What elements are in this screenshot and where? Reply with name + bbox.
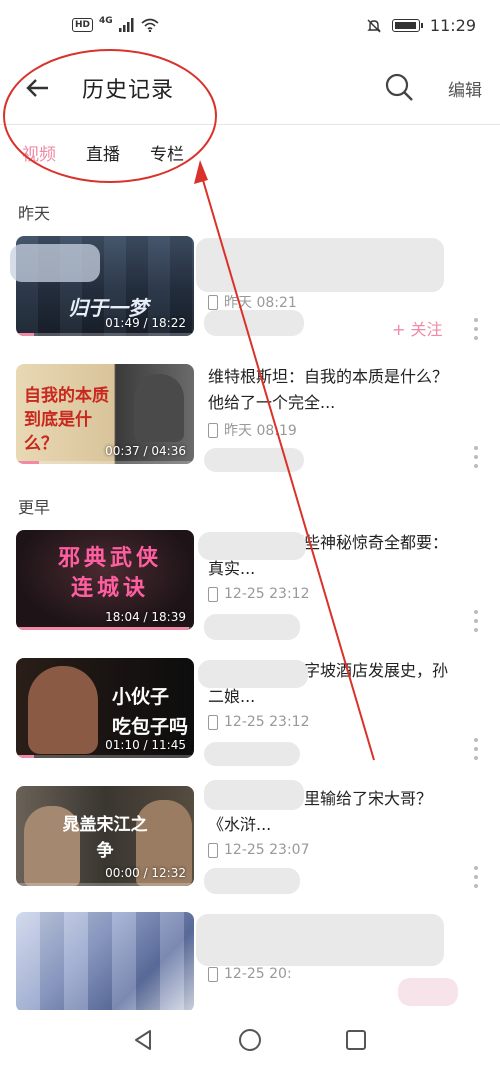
phone-icon bbox=[208, 422, 218, 438]
phone-icon bbox=[208, 842, 218, 858]
video-meta: 昨天 08:21 bbox=[208, 292, 448, 312]
tab-column[interactable]: 专栏 bbox=[150, 140, 184, 165]
list-item[interactable]: 邪典武侠 连城诀 18:04 / 18:39 《连城诀》那些神秘惊奇全都要：真实… bbox=[0, 530, 500, 648]
video-info: 维特根斯坦：自我的本质是什么？他给了一个完全... 昨天 08:19 bbox=[208, 364, 448, 440]
back-arrow-icon[interactable] bbox=[22, 72, 54, 104]
video-duration: 00:37 / 04:36 bbox=[105, 444, 186, 458]
video-thumbnail[interactable]: 小伙子 吃包子吗 01:10 / 11:45 bbox=[16, 658, 194, 758]
watch-time: 12-25 20: bbox=[224, 966, 292, 982]
video-duration: 00:00 / 12:32 bbox=[105, 866, 186, 880]
section-label-yesterday: 昨天 bbox=[18, 204, 51, 223]
phone-icon bbox=[208, 586, 218, 602]
network-type: 4G bbox=[99, 16, 113, 26]
video-meta: 12-25 23:12 bbox=[208, 714, 448, 730]
watch-time: 昨天 08:21 bbox=[224, 295, 297, 311]
hd-icon: HD bbox=[72, 18, 94, 32]
video-thumbnail[interactable]: 邪典武侠 连城诀 18:04 / 18:39 bbox=[16, 530, 194, 630]
follow-button[interactable]: + 关注 bbox=[392, 316, 443, 340]
watch-time: 12-25 23:12 bbox=[224, 586, 310, 602]
header-divider bbox=[0, 124, 500, 125]
watch-progress bbox=[16, 333, 34, 336]
phone-icon bbox=[208, 714, 218, 730]
more-options-icon[interactable] bbox=[470, 318, 482, 340]
thumbnail-caption: 邪典武侠 连城诀 bbox=[57, 546, 162, 601]
more-options-icon[interactable] bbox=[470, 446, 482, 468]
tab-video[interactable]: 视频 bbox=[22, 140, 56, 165]
wifi-icon bbox=[141, 18, 159, 32]
tab-bar: 视频 直播 专栏 bbox=[0, 140, 500, 176]
status-right: 11:29 bbox=[366, 16, 476, 35]
signal-icon bbox=[118, 18, 134, 32]
list-item[interactable]: 晁盖宋江之争 00:00 / 12:32 晁天王到底哪里输给了宋大哥？《水浒..… bbox=[0, 780, 500, 904]
recents-square-icon[interactable] bbox=[344, 1028, 368, 1052]
status-left: HD 4G bbox=[72, 16, 159, 32]
watch-progress bbox=[16, 627, 189, 630]
edit-button[interactable]: 编辑 bbox=[448, 76, 482, 101]
page-title: 历史记录 bbox=[82, 78, 175, 103]
video-duration: 18:04 / 18:39 bbox=[105, 610, 186, 624]
watch-time: 12-25 23:12 bbox=[224, 714, 310, 730]
watch-time: 昨天 08:19 bbox=[224, 423, 297, 439]
more-options-icon[interactable] bbox=[470, 866, 482, 888]
video-duration: 01:49 / 18:22 bbox=[105, 316, 186, 330]
video-thumbnail[interactable] bbox=[16, 912, 194, 1012]
watch-time: 12-25 23:07 bbox=[224, 842, 310, 858]
more-options-icon[interactable] bbox=[470, 738, 482, 760]
video-thumbnail[interactable]: 晁盖宋江之争 00:00 / 12:32 bbox=[16, 786, 194, 886]
video-meta: 12-25 23:07 bbox=[208, 842, 448, 858]
phone-icon bbox=[208, 294, 218, 310]
status-bar: HD 4G 11:29 bbox=[0, 0, 500, 56]
watch-progress bbox=[16, 461, 40, 464]
back-triangle-icon[interactable] bbox=[132, 1028, 156, 1052]
video-duration: 01:10 / 11:45 bbox=[105, 738, 186, 752]
mute-icon bbox=[367, 19, 381, 32]
more-options-icon[interactable] bbox=[470, 610, 482, 632]
thumbnail-caption: 晁盖宋江之争 bbox=[62, 815, 148, 861]
list-item[interactable]: 小伙子 吃包子吗 01:10 / 11:45 《水浒传》十字坡酒店发展史，孙二娘… bbox=[0, 658, 500, 776]
system-nav-bar bbox=[0, 1010, 500, 1070]
list-item[interactable]: 归于一梦 01:49 / 18:22 昨天 08:21 + 关注 bbox=[0, 236, 500, 354]
battery-icon bbox=[391, 19, 423, 32]
phone-icon bbox=[208, 966, 218, 982]
section-label-earlier: 更早 bbox=[18, 498, 51, 517]
top-app-bar: 历史记录 编辑 bbox=[0, 56, 500, 120]
list-item[interactable]: 自我的本质到底是什么？ 00:37 / 04:36 维特根斯坦：自我的本质是什么… bbox=[0, 364, 500, 482]
watch-progress bbox=[16, 755, 34, 758]
status-time: 11:29 bbox=[429, 16, 476, 35]
tab-live[interactable]: 直播 bbox=[86, 140, 120, 165]
thumbnail-caption: 小伙子 吃包子吗 bbox=[112, 686, 189, 738]
video-meta: 12-25 23:12 bbox=[208, 586, 448, 602]
home-circle-icon[interactable] bbox=[238, 1028, 262, 1052]
video-meta: 昨天 08:19 bbox=[208, 420, 448, 440]
video-title[interactable]: 维特根斯坦：自我的本质是什么？他给了一个完全... bbox=[208, 364, 448, 416]
video-thumbnail[interactable]: 自我的本质到底是什么？ 00:37 / 04:36 bbox=[16, 364, 194, 464]
search-icon[interactable] bbox=[382, 70, 416, 104]
